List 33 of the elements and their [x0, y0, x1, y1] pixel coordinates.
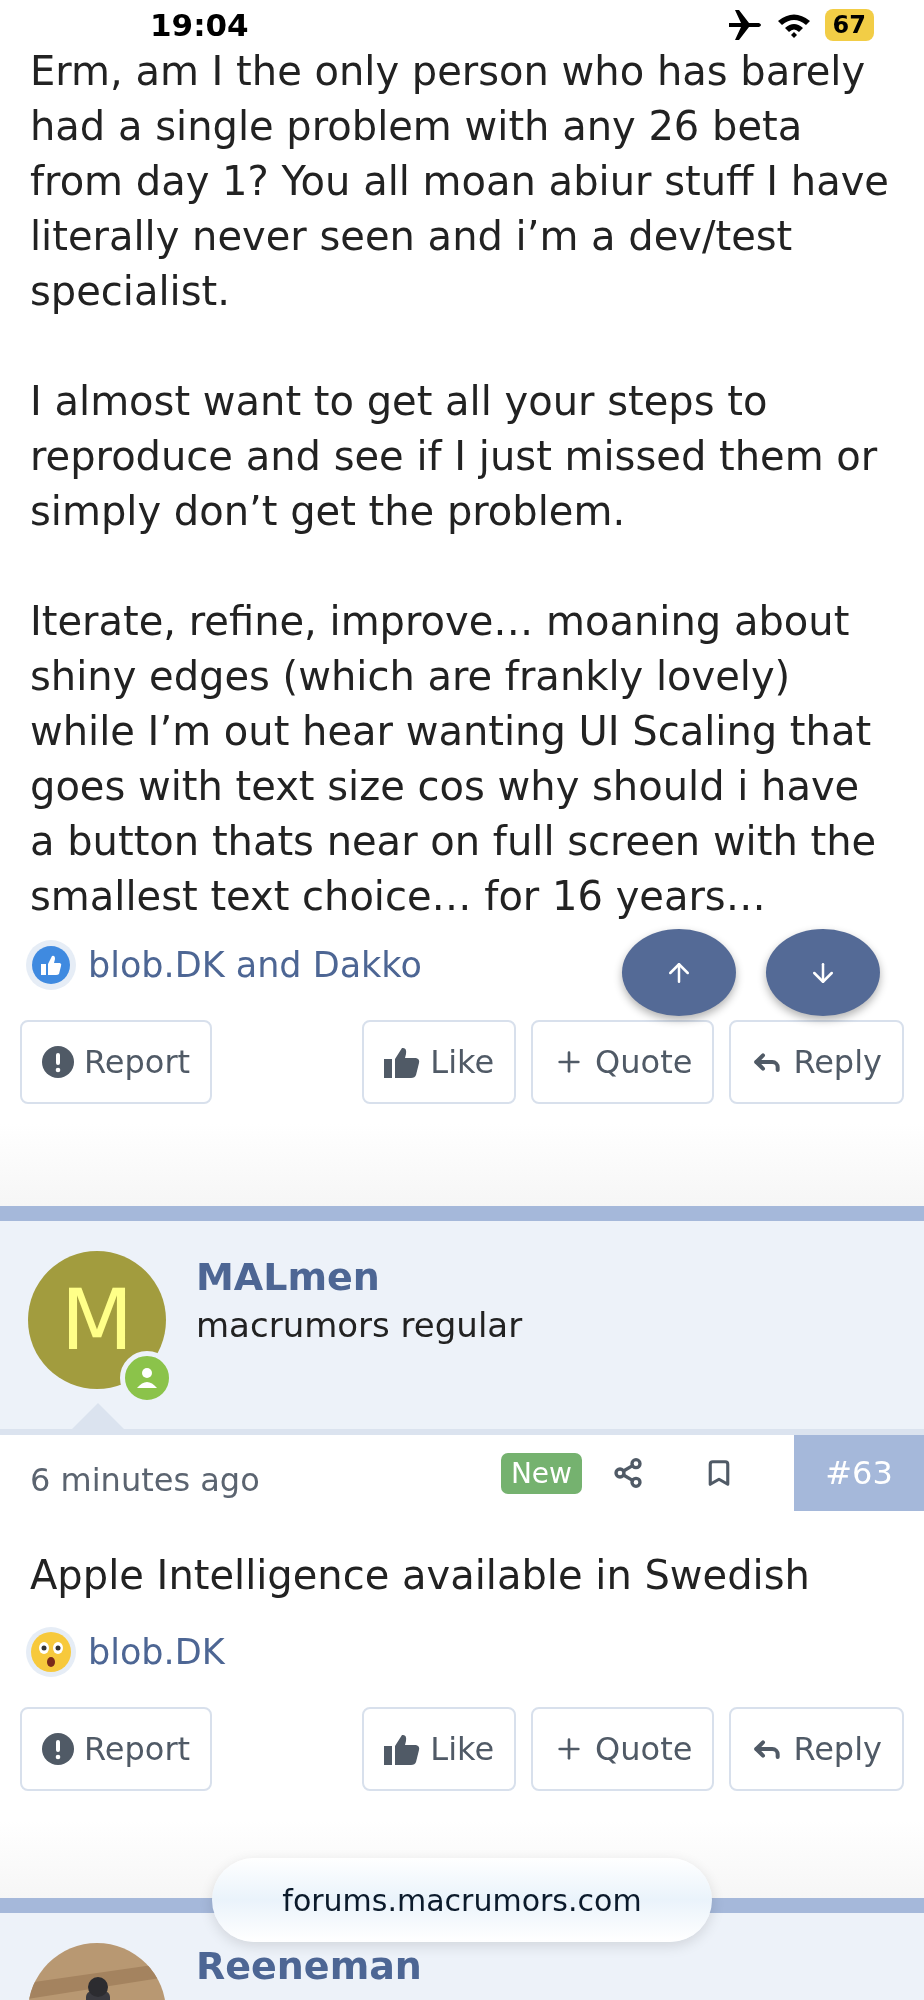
- scroll-down-button[interactable]: [766, 929, 880, 1016]
- post-text: Iterate, refine, improve… moaning about shiny edges (which are frankly lovely) while I’m out hear wanting UI Scaling that goes with text size cos why should i have a button thats near on full screen with the smallest text choice… for 16 years…: [30, 597, 878, 921]
- thumbs-up-icon: [384, 1733, 421, 1765]
- reply-button[interactable]: Reply: [729, 1707, 904, 1791]
- airplane-icon: [726, 10, 763, 40]
- new-badge: New: [500, 1452, 582, 1494]
- author-name[interactable]: MALmen: [196, 1255, 523, 1299]
- reaction-users-link[interactable]: blob.DK: [88, 1632, 225, 1672]
- share-icon[interactable]: [612, 1457, 644, 1489]
- author-title: macrumors regular: [196, 1305, 523, 1345]
- reply-button[interactable]: Reply: [729, 1020, 904, 1104]
- quote-button[interactable]: Quote: [531, 1020, 715, 1104]
- surprised-emoji-icon: [26, 1627, 76, 1677]
- like-button[interactable]: Like: [362, 1707, 517, 1791]
- reaction-users-link[interactable]: blob.DK and Dakko: [88, 945, 422, 985]
- status-time: 19:04: [150, 7, 249, 43]
- report-button[interactable]: Report: [20, 1020, 213, 1104]
- post-time[interactable]: 6 minutes ago: [30, 1461, 260, 1499]
- wifi-icon: [776, 12, 811, 38]
- post-text: I almost want to get all your steps to reproduce and see if I just missed them or simply don’t get the problem.: [30, 377, 879, 536]
- author-name[interactable]: Reeneman: [196, 1944, 422, 1988]
- alert-icon: [42, 1046, 74, 1078]
- report-button[interactable]: Report: [20, 1707, 213, 1791]
- battery-level: 67: [824, 9, 874, 41]
- like-reaction-icon: [26, 940, 76, 990]
- post-text: Apple Intelligence available in Swedish: [30, 1551, 811, 1600]
- like-button[interactable]: Like: [362, 1020, 517, 1104]
- scroll-up-button[interactable]: [622, 929, 736, 1016]
- alert-icon: [42, 1733, 74, 1765]
- quote-button[interactable]: Quote: [531, 1707, 715, 1791]
- post-text: Erm, am I the only person who has barely had a single problem with any 26 beta from day 1? You all moan abiur stuff I have literally never seen and i’m a dev/test specialist.: [30, 47, 890, 316]
- url-bar[interactable]: forums.macrumors.com: [212, 1858, 712, 1942]
- thumbs-up-icon: [384, 1046, 421, 1078]
